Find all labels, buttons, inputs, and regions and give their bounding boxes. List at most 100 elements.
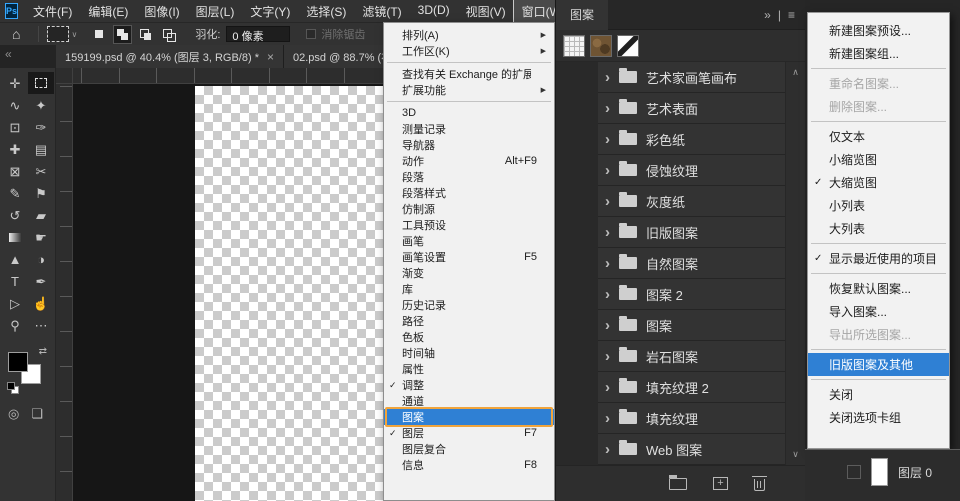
pattern-group-row[interactable]: › Web 图案 [598, 434, 785, 465]
window-menu-item[interactable]: ✓ 排列(A) ▶ [384, 27, 554, 43]
flyout-menu-item[interactable]: ✓ 关闭 [808, 383, 949, 406]
window-menu-item[interactable]: ✓ 属性 ▶ [384, 361, 554, 377]
foreground-color-swatch[interactable] [8, 352, 28, 372]
flyout-menu-item[interactable]: ✓ 显示最近使用的项目 [808, 247, 949, 270]
window-menu-item[interactable]: ✓ 工作区(K) ▶ [384, 43, 554, 59]
more-tools[interactable]: ⋯ [28, 314, 54, 336]
window-menu-item[interactable]: ✓ 查找有关 Exchange 的扩展功能... ▶ [384, 66, 554, 82]
flyout-menu-item[interactable]: ✓ 恢复默认图案... [808, 277, 949, 300]
gradient-tool[interactable] [2, 226, 28, 248]
menubar-item[interactable]: 选择(S) [298, 0, 354, 23]
new-selection-mode[interactable] [91, 26, 108, 43]
menubar-item[interactable]: 3D(D) [410, 0, 458, 23]
pattern-group-row[interactable]: › 旧版图案 [598, 217, 785, 248]
chevron-right-icon[interactable]: › [605, 70, 610, 85]
history-brush-tool[interactable]: ↺ [2, 204, 28, 226]
window-menu-item[interactable]: ✓ 色板 ▶ [384, 329, 554, 345]
feather-input[interactable]: 0 像素 [226, 26, 290, 42]
quick-mask-icon[interactable]: ◎ [8, 406, 19, 422]
pattern-group-row[interactable]: › 图案 2 [598, 279, 785, 310]
swap-colors-icon[interactable]: ⇄ [39, 346, 47, 357]
window-menu-item[interactable]: ✓ 路径 ▶ [384, 313, 554, 329]
subtract-selection-mode[interactable] [137, 26, 154, 43]
rect-marquee-tool[interactable] [28, 72, 54, 94]
home-icon[interactable]: ⌂ [12, 26, 20, 42]
default-colors-icon[interactable] [7, 382, 19, 394]
flyout-menu-item[interactable]: ✓ 导入图案... [808, 300, 949, 323]
flyout-menu-item[interactable]: ✓ 仅文本 [808, 125, 949, 148]
flyout-menu-item[interactable]: ✓ 小列表 [808, 194, 949, 217]
window-menu-item[interactable]: ✓ 导航器 ▶ [384, 137, 554, 153]
window-menu-item[interactable]: ✓ 仿制源 ▶ [384, 201, 554, 217]
diagonal-pattern-swatch[interactable] [617, 35, 639, 57]
move-tool[interactable]: ✛ [2, 72, 28, 94]
window-menu-item[interactable]: ✓ 历史记录 ▶ [384, 297, 554, 313]
window-menu-item[interactable]: ✓ 调整 ▶ [384, 377, 554, 393]
chevron-right-icon[interactable]: › [605, 163, 610, 178]
eyedropper-tool[interactable]: ✑ [28, 116, 54, 138]
dodge-tool[interactable]: ◑ [28, 248, 54, 270]
scroll-down-icon[interactable]: ∨ [792, 449, 799, 460]
chevron-right-icon[interactable]: › [605, 349, 610, 364]
window-menu-item[interactable]: ✓ 图案 ▶ [384, 409, 554, 425]
grid-pattern-swatch[interactable] [563, 35, 585, 57]
window-menu-item[interactable]: ✓ 动作 Alt+F9 ▶ [384, 153, 554, 169]
document-tab[interactable]: 159199.psd @ 40.4% (图层 3, RGB/8) * × [56, 45, 284, 68]
window-menu-item[interactable]: ✓ 画笔 ▶ [384, 233, 554, 249]
flyout-menu-item[interactable]: ✓ 大列表 [808, 217, 949, 240]
layer-row[interactable]: 图层 0 [805, 450, 960, 486]
chevron-down-icon[interactable]: ∨ [71, 30, 77, 39]
chevron-right-icon[interactable]: › [605, 287, 610, 302]
pattern-group-row[interactable]: › 侵蚀纹理 [598, 155, 785, 186]
collapse-panel-icon[interactable]: » [764, 8, 771, 22]
pattern-group-row[interactable]: › 图案 [598, 310, 785, 341]
antialias-checkbox[interactable] [306, 29, 316, 39]
pattern-group-row[interactable]: › 艺术表面 [598, 93, 785, 124]
flyout-menu-item[interactable]: ✓ 旧版图案及其他 [808, 353, 949, 376]
flyout-menu-item[interactable]: ✓ 大缩览图 [808, 171, 949, 194]
window-menu-item[interactable]: ✓ 扩展功能 ▶ [384, 82, 554, 98]
chevron-right-icon[interactable]: › [605, 101, 610, 116]
add-selection-mode[interactable] [114, 26, 131, 43]
window-menu-item[interactable]: ✓ 渐变 ▶ [384, 265, 554, 281]
magic-wand-tool[interactable]: ✦ [28, 94, 54, 116]
chevron-right-icon[interactable]: › [605, 256, 610, 271]
pattern-group-row[interactable]: › 填充纹理 [598, 403, 785, 434]
pattern-group-row[interactable]: › 艺术家画笔画布 [598, 62, 785, 93]
menubar-item[interactable]: 图像(I) [136, 0, 187, 23]
eraser-tool[interactable]: ▰ [28, 204, 54, 226]
menubar-item[interactable]: 滤镜(T) [354, 0, 409, 23]
intersect-selection-mode[interactable] [160, 26, 177, 43]
flyout-menu-item[interactable]: ✓ 关闭选项卡组 [808, 406, 949, 429]
flyout-menu-item[interactable]: ✓ 新建图案预设... [808, 19, 949, 42]
hand-tool[interactable]: ☝ [28, 292, 54, 314]
window-menu-item[interactable]: ✓ 库 ▶ [384, 281, 554, 297]
layer-thumbnail[interactable] [871, 458, 888, 486]
canvas-area[interactable] [73, 84, 385, 501]
path-select-tool[interactable]: ▷ [2, 292, 28, 314]
screen-mode-icon[interactable]: ❏ [31, 406, 43, 422]
flyout-menu-item[interactable]: ✓ 重命名图案... [808, 72, 949, 95]
window-menu-item[interactable]: ✓ 测量记录 ▶ [384, 121, 554, 137]
healing-brush-tool[interactable]: ✚ [2, 138, 28, 160]
new-pattern-icon[interactable]: + [713, 477, 728, 490]
chevron-right-icon[interactable]: › [605, 132, 610, 147]
window-menu-item[interactable]: ✓ 信息 F8 ▶ [384, 457, 554, 473]
new-group-icon[interactable] [669, 478, 687, 490]
delete-pattern-icon[interactable] [754, 479, 765, 491]
chevron-right-icon[interactable]: › [605, 380, 610, 395]
window-menu-item[interactable]: ✓ 3D ▶ [384, 105, 554, 121]
chevron-right-icon[interactable]: › [605, 411, 610, 426]
chevron-right-icon[interactable]: › [605, 442, 610, 457]
smudge-tool[interactable]: ☛ [28, 226, 54, 248]
menubar-item[interactable]: 文字(Y) [242, 0, 298, 23]
clone-stamp-tool[interactable]: ⚑ [28, 182, 54, 204]
pen-tool[interactable]: ✒ [28, 270, 54, 292]
layer-visibility-box[interactable] [847, 465, 861, 479]
zoom-tool[interactable]: ⚲ [2, 314, 28, 336]
flyout-menu-item[interactable]: ✓ 导出所选图案... [808, 323, 949, 346]
chevron-right-icon[interactable]: › [605, 225, 610, 240]
window-menu-item[interactable]: ✓ 段落 ▶ [384, 169, 554, 185]
patterns-panel-tab[interactable]: 图案 [556, 0, 608, 30]
type-tool[interactable]: T [2, 270, 28, 292]
